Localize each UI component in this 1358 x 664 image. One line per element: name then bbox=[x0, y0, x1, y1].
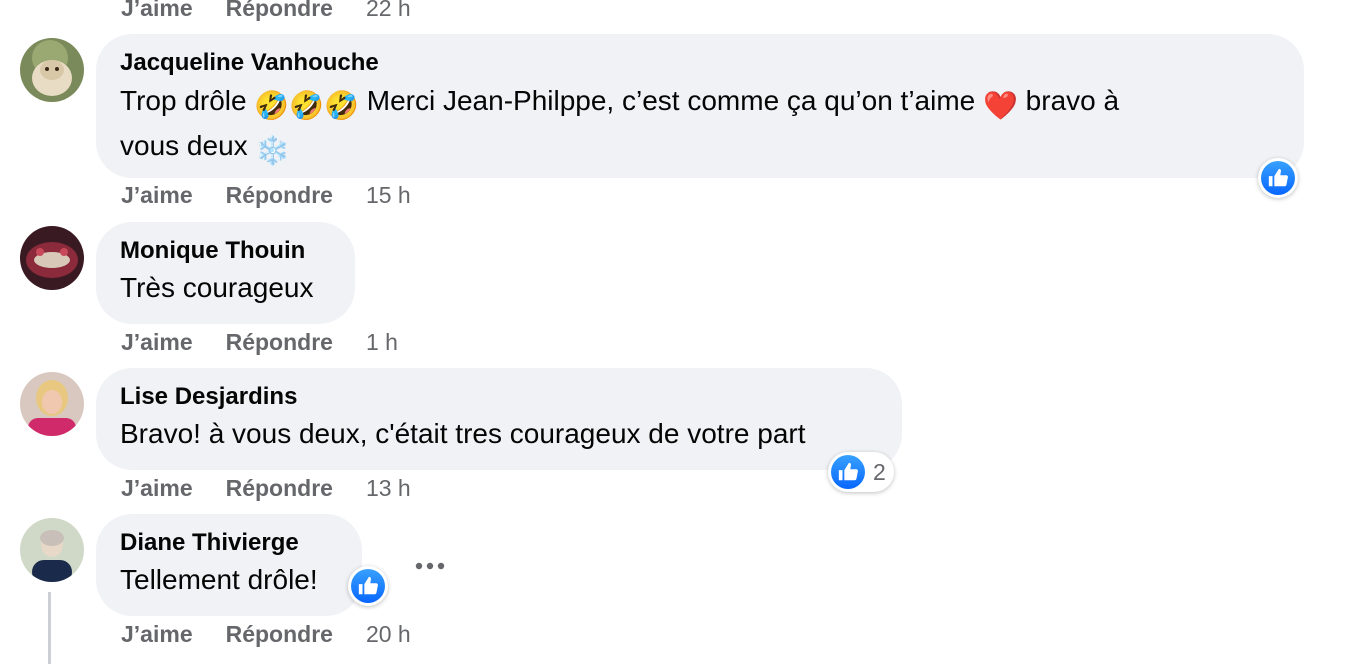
comment-bubble: Diane Thivierge Tellement drôle! bbox=[96, 514, 362, 616]
more-options-button[interactable] bbox=[408, 548, 452, 584]
timestamp[interactable]: 1 h bbox=[366, 329, 398, 356]
laughing-emoji: 🤣 bbox=[254, 90, 290, 121]
comment-actions: J’aime Répondre 13 h bbox=[121, 473, 411, 503]
timestamp[interactable]: 22 h bbox=[366, 0, 411, 22]
like-link[interactable]: J’aime bbox=[121, 329, 193, 356]
avatar[interactable] bbox=[20, 226, 84, 290]
reply-link[interactable]: Répondre bbox=[226, 182, 333, 209]
timestamp[interactable]: 13 h bbox=[366, 475, 411, 502]
like-link[interactable]: J’aime bbox=[121, 621, 193, 648]
more-options-icon bbox=[415, 562, 445, 570]
comment-actions: J’aime Répondre 15 h bbox=[121, 180, 411, 210]
like-thumb-icon bbox=[1268, 168, 1288, 187]
reaction-count: 2 bbox=[873, 458, 886, 485]
reply-thread-line bbox=[48, 592, 51, 664]
comment-actions: J’aime Répondre 20 h bbox=[121, 619, 411, 649]
comment-author[interactable]: Diane Thivierge bbox=[120, 528, 338, 558]
comment-author[interactable]: Lise Desjardins bbox=[120, 382, 878, 412]
reply-link[interactable]: Répondre bbox=[226, 0, 333, 22]
timestamp[interactable]: 15 h bbox=[366, 182, 411, 209]
timestamp[interactable]: 20 h bbox=[366, 621, 411, 648]
comment-bubble: Lise Desjardins Bravo! à vous deux, c'ét… bbox=[96, 368, 902, 470]
comment-author[interactable]: Jacqueline Vanhouche bbox=[120, 48, 1280, 78]
comment-actions: J’aime Répondre 22 h bbox=[121, 0, 411, 23]
comment-text: Trop drôle 🤣🤣🤣 Merci Jean-Philppe, c’est… bbox=[120, 81, 1280, 171]
comment-bubble: Jacqueline Vanhouche Trop drôle 🤣🤣🤣 Merc… bbox=[96, 34, 1304, 178]
comment-actions: J’aime Répondre 1 h bbox=[121, 327, 398, 357]
comment-text: Très courageux bbox=[120, 272, 314, 303]
reply-link[interactable]: Répondre bbox=[226, 621, 333, 648]
comment-text: Bravo! à vous deux, c'était tres courage… bbox=[120, 418, 806, 449]
heart-emoji: ❤️ bbox=[983, 90, 1018, 121]
avatar[interactable] bbox=[20, 372, 84, 436]
reaction-badge[interactable] bbox=[1258, 158, 1298, 198]
laughing-emoji: 🤣 bbox=[324, 90, 359, 121]
avatar[interactable] bbox=[20, 38, 84, 102]
like-link[interactable]: J’aime bbox=[121, 475, 193, 502]
avatar[interactable] bbox=[20, 518, 84, 582]
laughing-emoji: 🤣 bbox=[289, 90, 325, 121]
comment-author[interactable]: Monique Thouin bbox=[120, 236, 331, 266]
reply-link[interactable]: Répondre bbox=[226, 329, 333, 356]
like-thumb-icon bbox=[838, 462, 858, 481]
like-link[interactable]: J’aime bbox=[121, 0, 193, 22]
like-thumb-icon bbox=[358, 576, 378, 595]
like-link[interactable]: J’aime bbox=[121, 182, 193, 209]
reaction-count-pill[interactable]: 2 bbox=[828, 452, 894, 492]
snowflake-emoji: ❄️ bbox=[255, 135, 291, 166]
reaction-badge[interactable] bbox=[348, 566, 388, 606]
reply-link[interactable]: Répondre bbox=[226, 475, 333, 502]
comment-text: Tellement drôle! bbox=[120, 564, 318, 595]
comment-bubble: Monique Thouin Très courageux bbox=[96, 222, 355, 324]
